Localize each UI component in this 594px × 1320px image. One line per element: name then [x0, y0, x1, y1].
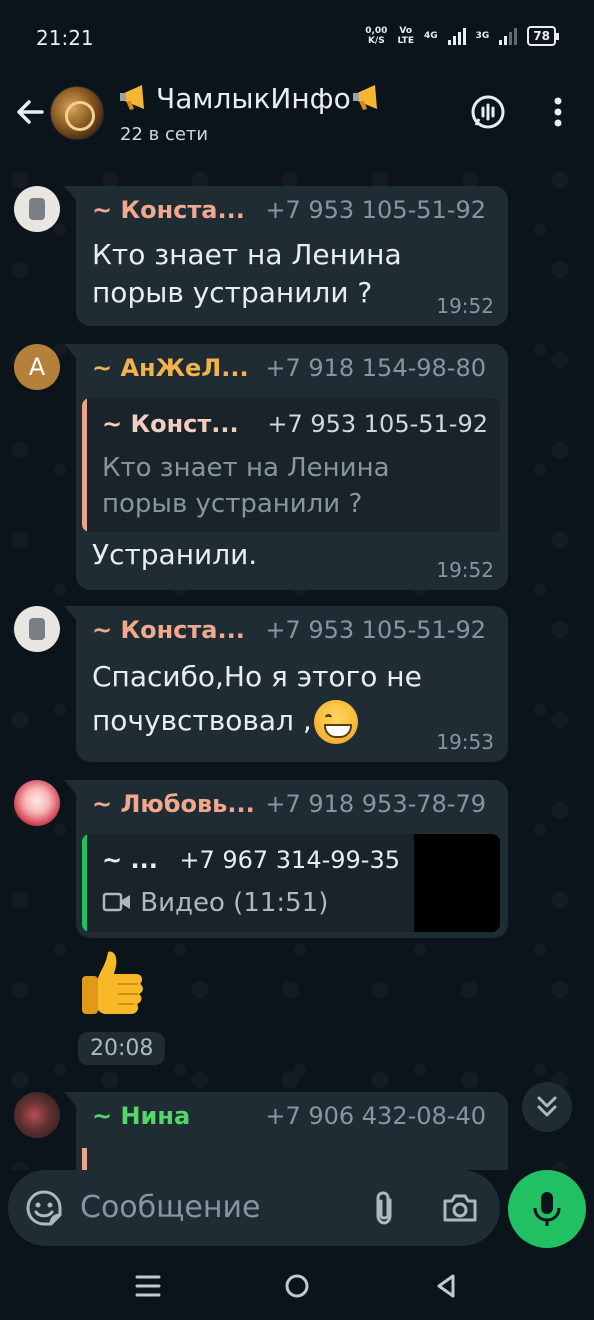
- message-time: 19:52: [436, 558, 494, 582]
- back-arrow-icon[interactable]: [12, 94, 48, 130]
- quote-sender: ~ Конст...: [102, 410, 239, 438]
- group-avatar[interactable]: [50, 86, 104, 140]
- status-bar: 21:21 0,00 K/S Vo LTE 4G 3G 78: [0, 0, 594, 78]
- video-camera-icon: [102, 892, 130, 912]
- signal-icon: [499, 27, 518, 45]
- sender-avatar[interactable]: A: [14, 344, 60, 390]
- sender-phone[interactable]: +7 953 105-51-92: [265, 196, 486, 224]
- quote-media: Видео (11:51): [102, 888, 328, 918]
- sim2-network: 3G: [476, 31, 490, 41]
- sim1-network: 4G: [424, 31, 438, 41]
- double-chevron-down-icon: [537, 1096, 557, 1117]
- sim1-label: 4G: [423, 31, 438, 41]
- quote-bar: [82, 834, 87, 932]
- recent-apps-icon[interactable]: [130, 1268, 166, 1304]
- quote-text-line: Кто знает на Ленина: [102, 453, 390, 483]
- voice-chat-icon[interactable]: [468, 92, 508, 132]
- chat-messages[interactable]: ~ Конста... +7 953 105-51-92 Кто знает н…: [0, 160, 594, 1170]
- message-text: Кто знает на Ленина порыв устранили ?: [92, 236, 402, 312]
- sender-avatar[interactable]: [14, 780, 60, 826]
- message-bubble[interactable]: ~ Нина +7 906 432-08-40: [64, 1092, 508, 1170]
- message-time: 19:53: [436, 730, 494, 754]
- more-options-icon[interactable]: [538, 92, 578, 132]
- message-text-line: Кто знает на Ленина: [92, 238, 402, 271]
- chat-title-text: ЧамлыкИнфо: [156, 82, 351, 115]
- message-text-line: порыв устранили ?: [92, 276, 373, 309]
- sender-phone[interactable]: +7 906 432-08-40: [265, 1102, 486, 1130]
- message-text-fragment: почувствовал ,: [92, 704, 312, 737]
- voice-record-button[interactable]: [508, 1170, 586, 1248]
- message-input-placeholder[interactable]: Сообщение: [80, 1190, 260, 1225]
- avatar-figure: [29, 618, 45, 640]
- sender-avatar[interactable]: [14, 606, 60, 652]
- quote-phone: +7 967 314-99-35: [179, 846, 400, 874]
- message-text-line: Спасибо,Но я этого не: [92, 660, 422, 693]
- message-bubble[interactable]: ~ Конста... +7 953 105-51-92 Кто знает н…: [64, 186, 508, 326]
- quote-media-label: Видео (11:51): [140, 888, 329, 918]
- video-thumbnail[interactable]: [414, 834, 500, 932]
- lte-label: LTE: [397, 36, 414, 46]
- quote-bar: [82, 398, 87, 532]
- sender-phone[interactable]: +7 953 105-51-92: [265, 616, 486, 644]
- message-time: 20:08: [78, 1032, 166, 1065]
- quoted-message[interactable]: ~ Конст... +7 953 105-51-92 Кто знает на…: [82, 398, 500, 532]
- sender-phone[interactable]: +7 918 953-78-79: [265, 790, 486, 818]
- quote-phone: +7 953 105-51-92: [267, 410, 488, 438]
- camera-icon[interactable]: [440, 1188, 480, 1228]
- message-bubble[interactable]: ~ АнЖеЛ... +7 918 154-98-80 ~ Конст... +…: [64, 344, 508, 590]
- home-icon[interactable]: [279, 1268, 315, 1304]
- quote-bar: [82, 1148, 87, 1170]
- message-time: 19:52: [436, 294, 494, 318]
- sticker-emoji-icon[interactable]: [24, 1188, 64, 1228]
- grinning-face-emoji-icon: [313, 700, 358, 744]
- volte-indicator: Vo LTE: [397, 26, 414, 46]
- quoted-message[interactable]: ~ ... +7 967 314-99-35 Видео (11:51): [82, 834, 500, 932]
- sender-avatar[interactable]: [14, 186, 60, 232]
- message-composer: Сообщение: [0, 1170, 594, 1250]
- signal-icon: [447, 27, 466, 45]
- net-speed: 0,00 K/S: [365, 26, 387, 46]
- megaphone-icon: [120, 85, 144, 110]
- battery-icon: 78: [527, 26, 559, 46]
- quote-text-line: порыв устранили ?: [102, 489, 363, 519]
- quote-text: Кто знает на Ленина порыв устранили ?: [102, 450, 390, 522]
- message-text: Спасибо,Но я этого не почувствовал ,: [92, 658, 422, 744]
- battery-level: 78: [533, 29, 550, 43]
- microphone-icon: [533, 1192, 561, 1226]
- paperclip-icon[interactable]: [364, 1188, 404, 1228]
- sender-name[interactable]: ~ Конста...: [92, 616, 245, 644]
- message-input[interactable]: Сообщение: [8, 1170, 500, 1246]
- chat-title[interactable]: ЧамлыкИнфо: [118, 82, 389, 115]
- avatar-figure: [29, 198, 45, 220]
- sender-name[interactable]: ~ АнЖеЛ...: [92, 354, 249, 382]
- message-text-line: почувствовал ,: [92, 700, 422, 744]
- sender-avatar[interactable]: [14, 1092, 60, 1138]
- net-speed-unit: K/S: [367, 36, 385, 46]
- sender-phone[interactable]: +7 918 154-98-80: [265, 354, 486, 382]
- sender-name[interactable]: ~ Нина: [92, 1102, 190, 1130]
- message-text: Устранили.: [92, 538, 258, 571]
- thumbs-up-emoji-icon[interactable]: [76, 946, 148, 1018]
- net-speed-value: 0,00: [365, 26, 388, 36]
- sender-name[interactable]: ~ Конста...: [92, 196, 245, 224]
- system-nav-bar: [0, 1250, 594, 1320]
- status-icons: 0,00 K/S Vo LTE 4G 3G 78: [365, 26, 559, 46]
- message-bubble[interactable]: ~ Конста... +7 953 105-51-92 Спасибо,Но …: [64, 606, 508, 762]
- megaphone-icon: [352, 85, 377, 110]
- sender-name[interactable]: ~ Любовь...: [92, 790, 255, 818]
- scroll-to-bottom-button[interactable]: [522, 1082, 572, 1132]
- status-time: 21:21: [36, 26, 94, 50]
- quote-sender: ~ ...: [102, 846, 158, 874]
- message-bubble[interactable]: ~ Любовь... +7 918 953-78-79 ~ ... +7 96…: [64, 780, 508, 938]
- volte-label: Vo: [399, 26, 413, 36]
- back-triangle-icon[interactable]: [428, 1268, 464, 1304]
- chat-header: ЧамлыкИнфо 22 в сети: [0, 78, 594, 160]
- online-count: 22 в сети: [120, 124, 209, 145]
- sim2-label: 3G: [475, 31, 490, 41]
